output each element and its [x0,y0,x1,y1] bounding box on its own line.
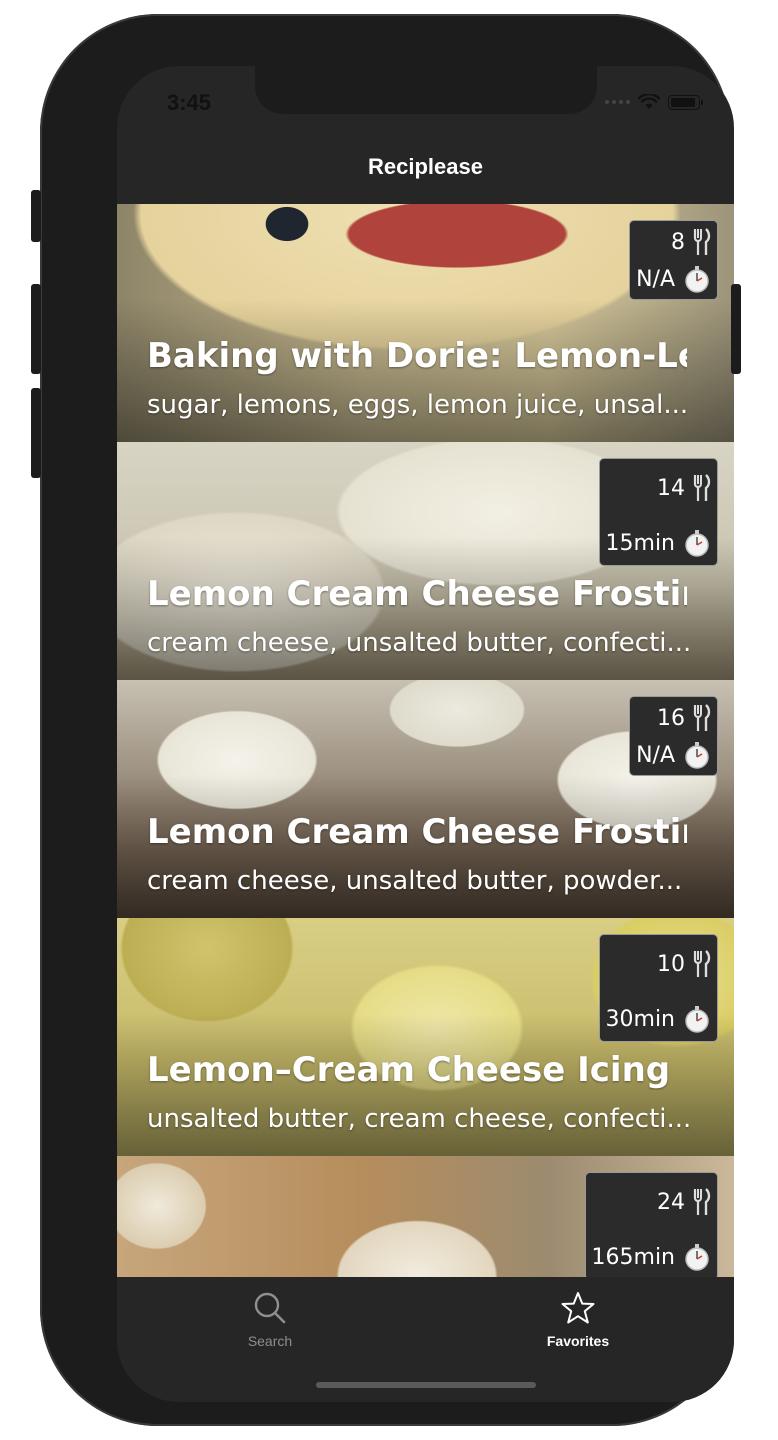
recipe-cell[interactable]: 16 N/A Lemon Cream Cheese Frosting cream… [117,680,734,918]
recipe-ingredients: cream cheese, unsalted butter, confecti.… [147,628,692,658]
status-indicators [605,94,703,110]
power-button [731,284,741,374]
fork-knife-icon [693,1187,711,1217]
battery-icon [668,94,703,110]
screen: 3:45 Reciplease 8 N/A Baking with Dorie:… [117,66,734,1402]
cook-time: N/A [636,266,675,292]
star-icon [561,1292,595,1324]
servings-count: 10 [657,951,685,977]
search-icon [254,1292,286,1324]
recipe-title: Lemon–Cream Cheese Icing [147,1050,671,1090]
fork-knife-icon [693,703,711,733]
tab-favorites-label: Favorites [546,1333,610,1349]
recipe-info-badge: 8 N/A [629,220,718,300]
mute-switch [31,190,41,242]
stopwatch-icon [683,265,711,293]
recipe-title: Baking with Dorie: Lemon-Le... [147,336,687,376]
cook-time: 30min [605,1006,675,1032]
recipe-cell[interactable]: 8 N/A Baking with Dorie: Lemon-Le... sug… [117,204,734,442]
stopwatch-icon [683,1243,711,1271]
fork-knife-icon [693,227,711,257]
fork-knife-icon [693,473,711,503]
cook-time: N/A [636,742,675,768]
recipe-cell[interactable]: 10 30min Lemon–Cream Cheese Icing unsalt… [117,918,734,1156]
volume-down-button [31,388,41,478]
recipe-info-badge: 16 N/A [629,696,718,776]
tab-favorites[interactable]: Favorites [498,1291,658,1349]
home-indicator[interactable] [316,1382,536,1388]
volume-up-button [31,284,41,374]
recipe-ingredients: cream cheese, unsalted butter, powder... [147,866,683,896]
status-time: 3:45 [167,90,212,115]
servings-count: 16 [657,705,685,731]
servings-count: 8 [671,229,685,255]
recipe-cell[interactable]: 24 165min [117,1156,734,1277]
wifi-icon [638,94,660,109]
stopwatch-icon [683,741,711,769]
servings-count: 24 [657,1189,685,1215]
recipe-info-badge: 14 15min [598,458,718,566]
tab-search-label: Search [247,1333,293,1349]
servings-count: 14 [657,475,685,501]
recipe-title: Lemon Cream Cheese Frosting [147,812,687,852]
nav-title: Reciplease [368,154,483,179]
recipe-cell[interactable]: 14 15min Lemon Cream Cheese Frosting cre… [117,442,734,680]
cellular-signal-icon [605,100,630,104]
fork-knife-icon [693,949,711,979]
notch [255,66,597,114]
device-frame: 3:45 Reciplease 8 N/A Baking with Dorie:… [40,14,734,1426]
recipe-ingredients: sugar, lemons, eggs, lemon juice, unsal.… [147,390,689,420]
recipe-info-badge: 10 30min [598,934,718,1042]
recipe-list[interactable]: 8 N/A Baking with Dorie: Lemon-Le... sug… [117,204,734,1277]
recipe-title: Lemon Cream Cheese Frosting [147,574,687,614]
recipe-info-badge: 24 165min [584,1172,718,1277]
stopwatch-icon [683,1005,711,1033]
tab-search[interactable]: Search [190,1291,350,1349]
cook-time: 15min [605,530,675,556]
cook-time: 165min [591,1244,675,1270]
stopwatch-icon [683,529,711,557]
recipe-ingredients: unsalted butter, cream cheese, confecti.… [147,1104,692,1134]
